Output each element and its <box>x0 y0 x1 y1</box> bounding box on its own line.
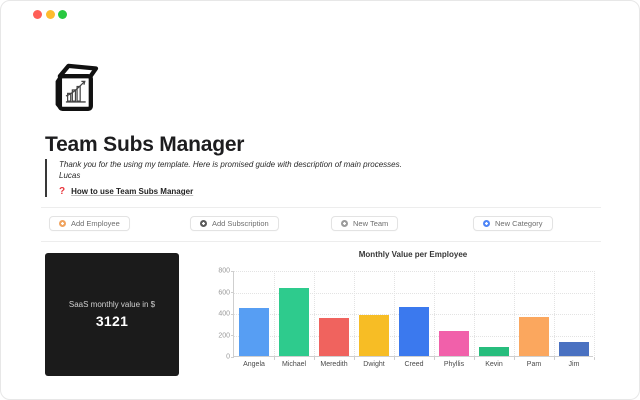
chart-title: Monthly Value per Employee <box>233 250 593 259</box>
y-axis-tick-label: 0 <box>214 354 230 361</box>
bar-creed <box>399 307 429 356</box>
y-axis-tick <box>231 292 234 293</box>
x-axis-tick-label: Angela <box>234 361 274 368</box>
page-title: Team Subs Manager <box>45 133 244 157</box>
bar-phyllis <box>439 331 469 356</box>
x-axis-tick <box>554 357 555 360</box>
welcome-quote: Thank you for the using my template. Her… <box>45 159 590 197</box>
button-label: Add Employee <box>71 219 120 228</box>
add-employee-button[interactable]: Add Employee <box>49 216 130 231</box>
guide-link-label[interactable]: How to use Team Subs Manager <box>71 187 193 196</box>
divider <box>41 241 601 242</box>
x-axis-tick-label: Jim <box>554 361 594 368</box>
button-label: New Team <box>353 219 388 228</box>
button-automation-icon <box>341 220 348 227</box>
x-axis-tick-label: Meredith <box>314 361 354 368</box>
x-axis-tick <box>474 357 475 360</box>
guide-page-link[interactable]: ? How to use Team Subs Manager <box>59 186 590 197</box>
x-axis-tick <box>514 357 515 360</box>
button-automation-icon <box>483 220 490 227</box>
monthly-value-bar-chart: Monthly Value per Employee 0200400600800… <box>215 247 615 379</box>
zoom-window-button[interactable] <box>58 10 67 19</box>
x-axis-tick-label: Creed <box>394 361 434 368</box>
button-automation-icon <box>200 220 207 227</box>
summary-card-label: SaaS monthly value in $ <box>69 300 155 309</box>
button-automation-icon <box>59 220 66 227</box>
new-category-button[interactable]: New Category <box>473 216 553 231</box>
button-label: New Category <box>495 219 543 228</box>
bar-angela <box>239 308 269 356</box>
bar-dwight <box>359 315 389 356</box>
y-axis-tick-label: 600 <box>214 289 230 296</box>
gridline <box>514 271 515 356</box>
saas-monthly-value-card: SaaS monthly value in $ 3121 <box>45 253 179 376</box>
y-axis-tick-label: 200 <box>214 332 230 339</box>
window-controls <box>33 10 67 19</box>
minimize-window-button[interactable] <box>46 10 55 19</box>
bar-kevin <box>479 347 509 356</box>
button-label: Add Subscription <box>212 219 269 228</box>
x-axis-tick <box>594 357 595 360</box>
gridline <box>474 271 475 356</box>
gridline <box>394 271 395 356</box>
chart-plot-area: 0200400600800AngelaMichaelMeredithDwight… <box>233 271 593 357</box>
x-axis-tick-label: Phyllis <box>434 361 474 368</box>
gridline <box>554 271 555 356</box>
summary-card-value: 3121 <box>96 313 128 329</box>
x-axis-tick <box>274 357 275 360</box>
x-axis-tick <box>354 357 355 360</box>
gridline <box>354 271 355 356</box>
y-axis-tick-label: 400 <box>214 311 230 318</box>
bar-meredith <box>319 318 349 356</box>
x-axis-tick-label: Pam <box>514 361 554 368</box>
gridline <box>314 271 315 356</box>
divider <box>41 207 601 208</box>
gridline <box>234 271 593 272</box>
x-axis-tick-label: Dwight <box>354 361 394 368</box>
x-axis-tick <box>434 357 435 360</box>
quote-signature: Lucas <box>59 170 590 181</box>
add-subscription-button[interactable]: Add Subscription <box>190 216 279 231</box>
bar-jim <box>559 342 589 357</box>
x-axis-tick <box>314 357 315 360</box>
x-axis-tick-label: Kevin <box>474 361 514 368</box>
close-window-button[interactable] <box>33 10 42 19</box>
question-mark-icon: ? <box>59 186 65 197</box>
gridline <box>594 271 595 356</box>
gridline <box>434 271 435 356</box>
quote-text: Thank you for the using my template. Her… <box>59 159 590 170</box>
y-axis-tick <box>231 335 234 336</box>
new-team-button[interactable]: New Team <box>331 216 398 231</box>
x-axis-tick <box>394 357 395 360</box>
gridline <box>274 271 275 356</box>
x-axis-tick-label: Michael <box>274 361 314 368</box>
y-axis-tick <box>231 314 234 315</box>
y-axis-tick <box>231 271 234 272</box>
y-axis-tick <box>231 357 234 358</box>
cube-chart-icon[interactable] <box>47 59 102 114</box>
y-axis-tick-label: 800 <box>214 268 230 275</box>
bar-michael <box>279 288 309 356</box>
bar-pam <box>519 317 549 356</box>
app-window: Team Subs Manager Thank you for the usin… <box>0 0 640 400</box>
